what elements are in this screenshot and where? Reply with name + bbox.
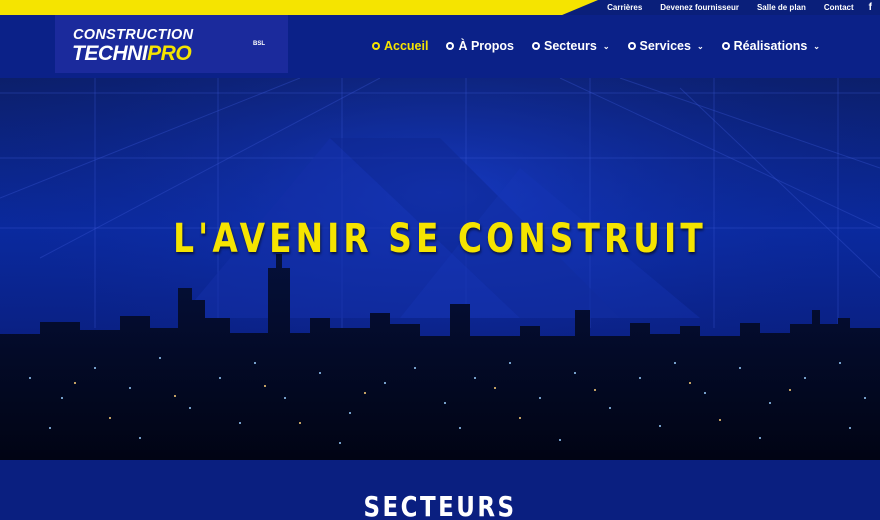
logo-suffix: BSL xyxy=(253,41,265,47)
sectors-section: SECTEURS xyxy=(0,460,880,520)
chevron-down-icon: ⌄ xyxy=(696,41,704,51)
nav-item-services[interactable]: Services ⌄ xyxy=(627,39,704,53)
top-utility-bar: Carrières Devenez fournisseur Salle de p… xyxy=(0,0,880,16)
site-header: CONSTRUCTION TECHNIPRO BSL Accueil À Pro… xyxy=(0,15,880,78)
nav-item-secteurs[interactable]: Secteurs ⌄ xyxy=(532,39,610,53)
nav-bullet-icon xyxy=(446,42,455,50)
top-accent-stripe xyxy=(0,0,598,15)
hero-banner: L'AVENIR SE CONSTRUIT xyxy=(0,78,880,460)
link-salle-de-plan[interactable]: Salle de plan xyxy=(748,3,815,12)
nav-label: Accueil xyxy=(383,39,429,53)
nav-label: Secteurs xyxy=(544,39,597,53)
nav-bullet-icon xyxy=(371,42,380,50)
hero-title: L'AVENIR SE CONSTRUIT xyxy=(173,216,707,262)
chevron-down-icon: ⌄ xyxy=(602,41,610,51)
site-logo[interactable]: CONSTRUCTION TECHNIPRO BSL xyxy=(55,15,288,73)
nav-item-accueil[interactable]: Accueil xyxy=(371,39,429,53)
logo-line1: CONSTRUCTION xyxy=(73,27,194,43)
logo-techni: TECHNI xyxy=(72,42,148,65)
nav-bullet-icon xyxy=(627,42,636,50)
logo-line2: TECHNIPRO xyxy=(72,42,192,66)
nav-item-a-propos[interactable]: À Propos xyxy=(446,39,514,53)
utility-links: Carrières Devenez fournisseur Salle de p… xyxy=(598,0,872,14)
link-devenez-fournisseur[interactable]: Devenez fournisseur xyxy=(651,3,748,12)
facebook-icon[interactable]: f xyxy=(863,2,872,13)
nav-item-realisations[interactable]: Réalisations ⌄ xyxy=(721,39,820,53)
chevron-down-icon: ⌄ xyxy=(813,41,820,51)
nav-label: Réalisations xyxy=(733,39,808,53)
link-contact[interactable]: Contact xyxy=(815,3,863,12)
link-carrieres[interactable]: Carrières xyxy=(598,3,651,12)
sectors-heading: SECTEURS xyxy=(363,490,517,520)
nav-bullet-icon xyxy=(532,42,540,50)
main-nav: Accueil À Propos Secteurs ⌄ Services ⌄ R… xyxy=(371,39,820,53)
hero-background-image xyxy=(0,78,880,460)
logo-pro: PRO xyxy=(147,42,192,65)
nav-label: Services xyxy=(639,39,691,53)
nav-label: À Propos xyxy=(458,39,514,53)
nav-bullet-icon xyxy=(721,42,730,50)
